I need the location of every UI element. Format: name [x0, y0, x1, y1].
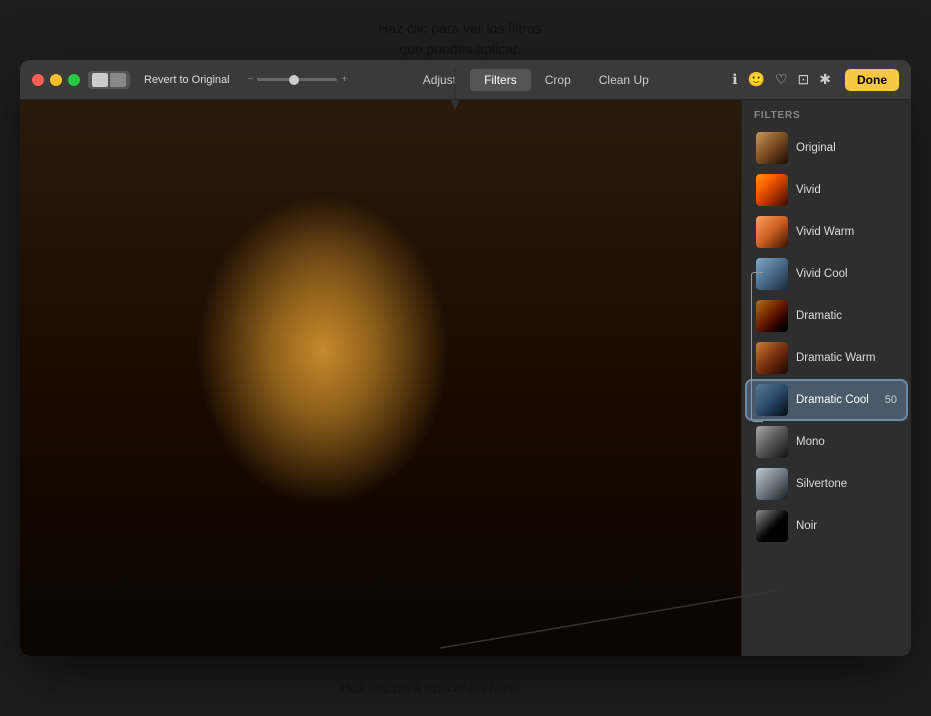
filter-item-silvertone[interactable]: Silvertone [746, 464, 907, 504]
filter-item-vivid-cool[interactable]: Vivid Cool [746, 254, 907, 294]
app-window: Revert to Original − + Adjust Filters Cr… [20, 60, 911, 656]
filter-label-dramatic: Dramatic [796, 310, 897, 322]
filter-label-vivid-warm: Vivid Warm [796, 226, 897, 238]
zoom-thumb[interactable] [289, 75, 299, 85]
filter-label-original: Original [796, 142, 897, 154]
filter-label-vivid: Vivid [796, 184, 897, 196]
cleanup-button[interactable]: Clean Up [585, 69, 663, 91]
filter-thumb-vivid [756, 174, 788, 206]
filters-header: FILTERS [742, 100, 911, 127]
info-icon[interactable]: ℹ [732, 71, 737, 88]
filter-label-vivid-cool: Vivid Cool [796, 268, 897, 280]
zoom-track[interactable] [257, 78, 337, 81]
filter-label-dramatic-cool: Dramatic Cool [796, 394, 877, 406]
photo-overlay [20, 100, 741, 656]
filter-item-dramatic-warm[interactable]: Dramatic Warm [746, 338, 907, 378]
done-button[interactable]: Done [845, 69, 899, 91]
filter-label-noir: Noir [796, 520, 897, 532]
annotation-bottom: Haz clic para aplicar un filtro. [310, 677, 550, 698]
revert-button[interactable]: Revert to Original [138, 72, 236, 88]
filter-item-dramatic-cool[interactable]: Dramatic Cool 50 [746, 380, 907, 420]
titlebar: Revert to Original − + Adjust Filters Cr… [20, 60, 911, 100]
filter-thumb-original [756, 132, 788, 164]
annotation-top: Haz clic para ver los filtros que puedes… [350, 18, 570, 60]
zoom-slider-container: − + [248, 74, 348, 85]
filter-thumb-mono [756, 426, 788, 458]
bracket-indicator [751, 272, 763, 422]
close-button[interactable] [32, 74, 44, 86]
adjust-button[interactable]: Adjust [409, 69, 470, 91]
filter-item-vivid[interactable]: Vivid [746, 170, 907, 210]
zoom-out-icon: − [248, 74, 254, 85]
heart-icon[interactable]: ♡ [775, 71, 788, 88]
filter-thumb-noir [756, 510, 788, 542]
zoom-in-icon: + [341, 74, 347, 85]
filters-button[interactable]: Filters [470, 69, 531, 91]
filter-item-vivid-warm[interactable]: Vivid Warm [746, 212, 907, 252]
emoji-icon[interactable]: 🙂 [748, 71, 765, 88]
toolbar-nav: Adjust Filters Crop Clean Up [409, 69, 663, 91]
filter-thumb-vivid-warm [756, 216, 788, 248]
filter-value-dramatic-cool: 50 [885, 394, 897, 406]
filter-thumb-silvertone [756, 468, 788, 500]
filter-item-noir[interactable]: Noir [746, 506, 907, 546]
main-content: FILTERS Original Vivid Vivid Warm [20, 100, 911, 656]
share-icon[interactable]: ⊡ [798, 71, 810, 88]
crop-button[interactable]: Crop [531, 69, 585, 91]
filter-label-mono: Mono [796, 436, 897, 448]
photo-area [20, 100, 741, 656]
maximize-button[interactable] [68, 74, 80, 86]
minimize-button[interactable] [50, 74, 62, 86]
traffic-lights [32, 74, 80, 86]
single-view-btn[interactable] [92, 73, 108, 87]
filter-item-original[interactable]: Original [746, 128, 907, 168]
more-icon[interactable]: ✱ [819, 71, 831, 88]
filter-label-dramatic-warm: Dramatic Warm [796, 352, 897, 364]
split-view-btn[interactable] [110, 73, 126, 87]
filter-item-dramatic[interactable]: Dramatic [746, 296, 907, 336]
filter-label-silvertone: Silvertone [796, 478, 897, 490]
photo-background [20, 100, 741, 656]
filters-panel: FILTERS Original Vivid Vivid Warm [741, 100, 911, 656]
view-toggle [88, 71, 130, 89]
toolbar-icons: ℹ 🙂 ♡ ⊡ ✱ [732, 71, 831, 88]
filter-item-mono[interactable]: Mono [746, 422, 907, 462]
